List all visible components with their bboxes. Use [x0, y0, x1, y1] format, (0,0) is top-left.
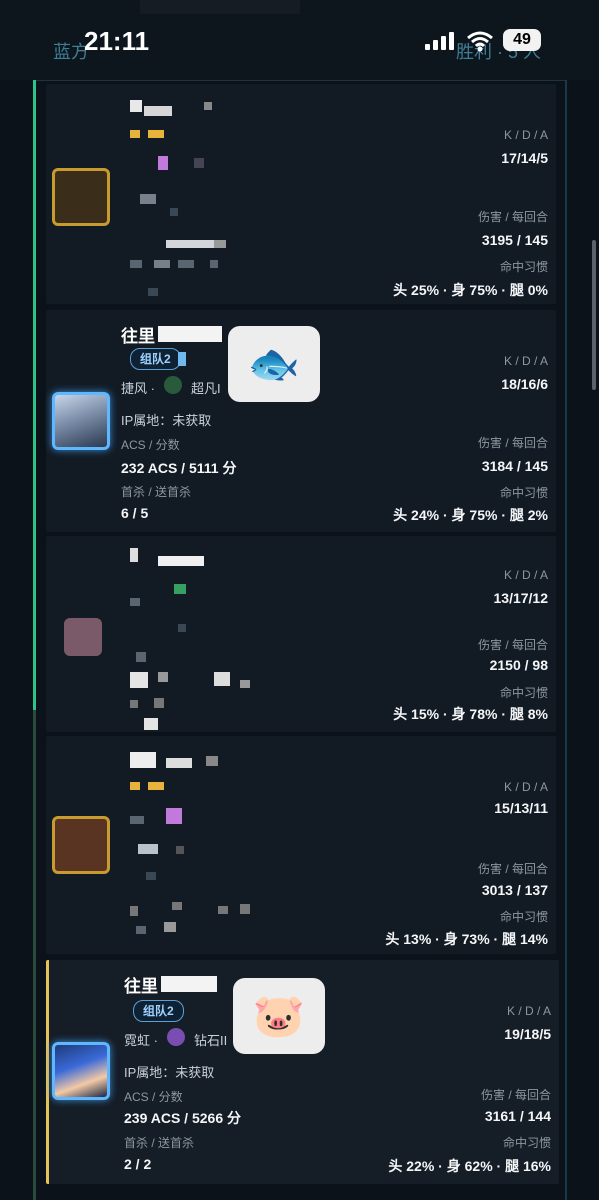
acs-value: 239 ACS / 5266 分: [124, 1110, 241, 1126]
player-card-self[interactable]: 往里 组队2 霓虹 · 钻石II IP属地：未获取 ACS / 分数 239 A…: [46, 960, 559, 1184]
team-rail: [33, 80, 36, 1200]
damage-label: 伤害 / 每回合: [477, 638, 548, 652]
firstkill-label: 首杀 / 送首杀: [121, 485, 192, 499]
kda-value: 13/17/12: [493, 590, 549, 606]
firstkill-label: 首杀 / 送首杀: [124, 1136, 195, 1150]
kda-value: 19/18/5: [504, 1026, 551, 1042]
habit-value: 头 15% · 身 78% · 腿 8%: [393, 706, 548, 722]
wifi-icon: [467, 31, 493, 52]
agent-avatar: [52, 168, 110, 226]
acs-value: 232 ACS / 5111 分: [121, 460, 237, 476]
header-divider: [36, 80, 566, 81]
damage-label: 伤害 / 每回合: [477, 862, 548, 876]
damage-label: 伤害 / 每回合: [477, 210, 548, 224]
status-bar: 蓝方 21:11 胜利 · 5 人 49: [0, 0, 599, 80]
habit-label: 命中习惯: [499, 486, 548, 500]
pig-sticker: 🐷: [233, 978, 325, 1054]
kda-label: K / D / A: [503, 780, 548, 794]
kda-label: K / D / A: [503, 568, 548, 582]
firstkill-value: 2 / 2: [124, 1156, 152, 1172]
damage-value: 3161 / 144: [484, 1108, 551, 1124]
fish-sticker: 🐟: [228, 326, 320, 402]
damage-value: 3184 / 145: [481, 458, 548, 474]
habit-value: 头 22% · 身 62% · 腿 16%: [388, 1158, 551, 1174]
damage-label: 伤害 / 每回合: [477, 436, 548, 450]
agent-avatar: [64, 618, 102, 656]
kda-label: K / D / A: [503, 128, 548, 142]
agent-name: 捷风 ·: [121, 381, 155, 396]
kda-label: K / D / A: [506, 1004, 551, 1018]
player-card[interactable]: K / D / A 13/17/12 伤害 / 每回合 2150 / 98 命中…: [46, 536, 556, 732]
rank-ascendant-icon: [164, 376, 182, 394]
player-card[interactable]: 往里 组队2 捷风 · 超凡I IP属地：未获取 ACS / 分数 232 AC…: [46, 310, 556, 532]
agent-avatar: [52, 392, 110, 450]
name-redaction: [161, 976, 217, 992]
kda-label: K / D / A: [503, 354, 548, 368]
party-badge: 组队2: [133, 1000, 184, 1022]
cellular-signal-icon: [425, 32, 455, 50]
habit-value: 头 25% · 身 75% · 腿 0%: [393, 282, 548, 298]
rank-name: 超凡I: [191, 381, 221, 396]
name-redaction: [158, 326, 222, 342]
clock: 21:11: [84, 26, 150, 56]
agent-avatar: [52, 816, 110, 874]
top-redaction: [140, 0, 300, 14]
player-card[interactable]: K / D / A 17/14/5 伤害 / 每回合 3195 / 145 命中…: [46, 84, 556, 304]
rank-name: 钻石II: [194, 1033, 228, 1048]
damage-value: 3195 / 145: [481, 232, 548, 248]
kda-value: 18/16/6: [501, 376, 548, 392]
kda-value: 17/14/5: [501, 150, 548, 166]
habit-label: 命中习惯: [499, 260, 548, 274]
firstkill-value: 6 / 5: [121, 505, 149, 521]
acs-label: ACS / 分数: [124, 1090, 183, 1104]
habit-label: 命中习惯: [502, 1136, 551, 1150]
kda-value: 15/13/11: [494, 800, 548, 816]
ip-location: IP属地：未获取: [121, 413, 212, 428]
agent-avatar: [52, 1042, 110, 1100]
acs-label: ACS / 分数: [121, 438, 180, 452]
ip-location: IP属地：未获取: [124, 1065, 215, 1080]
player-name: 往里: [121, 327, 155, 346]
habit-value: 头 24% · 身 75% · 腿 2%: [393, 507, 548, 523]
party-badge-tail: [178, 352, 186, 366]
damage-label: 伤害 / 每回合: [480, 1088, 551, 1102]
damage-value: 3013 / 137: [481, 882, 548, 898]
player-card[interactable]: K / D / A 15/13/11 伤害 / 每回合 3013 / 137 命…: [46, 736, 556, 954]
right-rail: [565, 80, 567, 1200]
habit-value: 头 13% · 身 73% · 腿 14%: [385, 931, 548, 947]
habit-label: 命中习惯: [499, 686, 548, 700]
scrollbar[interactable]: [592, 240, 596, 390]
damage-value: 2150 / 98: [489, 657, 548, 673]
player-name: 往里: [124, 977, 158, 996]
party-badge: 组队2: [130, 348, 181, 370]
agent-name: 霓虹 ·: [124, 1033, 158, 1048]
battery-indicator: 49: [503, 29, 541, 51]
habit-label: 命中习惯: [499, 910, 548, 924]
rank-diamond-icon: [167, 1028, 185, 1046]
